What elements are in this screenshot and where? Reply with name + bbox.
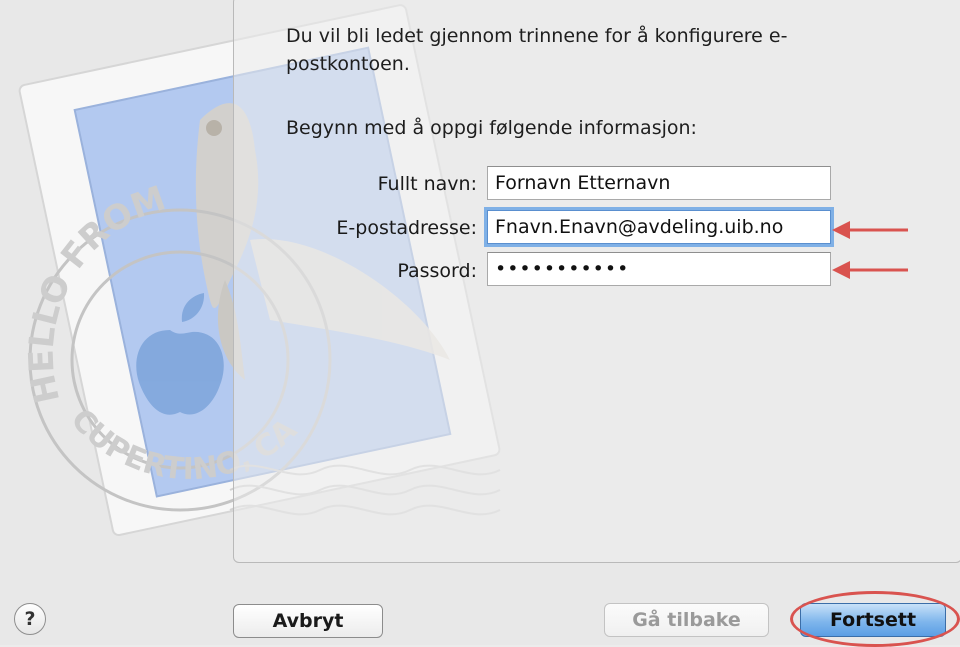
continue-highlight-annotation [790,591,960,647]
email-label: E-postadresse: [336,217,477,239]
mail-setup-dialog: HELLO FROM CUPERTINO, CA Du vil bli lede… [0,0,960,647]
email-arrow-annotation [832,221,908,239]
password-arrow-annotation [832,261,908,279]
help-icon: ? [24,608,36,630]
help-button[interactable]: ? [14,603,46,635]
full-name-label: Fullt navn: [377,173,477,195]
password-input[interactable] [487,252,831,286]
full-name-input[interactable] [487,166,831,200]
back-button[interactable]: Gå tilbake [604,603,769,637]
email-input[interactable] [487,210,831,244]
password-label: Passord: [397,260,477,282]
cancel-button[interactable]: Avbryt [233,604,383,638]
intro-text: Du vil bli ledet gjennom trinnene for å … [286,25,788,75]
instruction-text: Begynn med å oppgi følgende informasjon: [286,117,697,139]
